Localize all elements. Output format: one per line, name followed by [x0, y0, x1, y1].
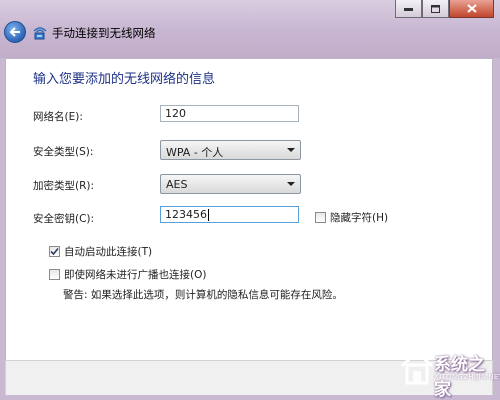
window-controls [395, 0, 494, 18]
connect-hidden-option[interactable]: 即使网络未进行广播也连接(O) [49, 267, 206, 282]
title-bar: 手动连接到无线网络 [0, 0, 500, 58]
hide-characters-label: 隐藏字符(H) [330, 212, 389, 224]
minimize-button[interactable] [395, 0, 422, 18]
wireless-network-icon [33, 27, 47, 40]
close-button[interactable] [449, 0, 494, 18]
page-title: 输入您要添加的无线网络的信息 [33, 72, 216, 87]
window-title: 手动连接到无线网络 [52, 26, 156, 40]
encryption-type-label: 加密类型(R): [33, 180, 95, 192]
security-key-value: 123456 [165, 208, 207, 221]
auto-connect-option[interactable]: 自动启动此连接(T) [49, 244, 152, 259]
hide-characters-checkbox[interactable] [315, 212, 326, 223]
network-name-label: 网络名(E): [33, 111, 83, 123]
security-key-label: 安全密钥(C): [33, 213, 95, 225]
encryption-type-select[interactable]: AES [160, 174, 301, 194]
watermark-logo: 系统之家 XITONGZHIJIA.NET [400, 346, 500, 400]
maximize-button[interactable] [422, 0, 449, 18]
privacy-warning: 警告: 如果选择此选项，则计算机的隐私信息可能存在风险。 [63, 289, 343, 301]
house-logo-icon [400, 349, 434, 385]
chevron-down-icon [287, 148, 295, 152]
maximize-icon [431, 4, 440, 13]
minimize-icon [404, 7, 413, 11]
auto-connect-checkbox[interactable] [49, 246, 60, 257]
close-icon [466, 4, 477, 13]
back-button[interactable] [4, 21, 26, 43]
security-type-select[interactable]: WPA - 个人 [160, 140, 301, 160]
hide-characters-option[interactable]: 隐藏字符(H) [315, 210, 388, 225]
auto-connect-label: 自动启动此连接(T) [64, 246, 153, 258]
network-name-input[interactable]: 120 [160, 105, 299, 122]
security-key-input[interactable]: 123456 [160, 206, 299, 223]
encryption-type-value: AES [166, 178, 188, 191]
security-type-label: 安全类型(S): [33, 146, 94, 158]
back-arrow-icon [9, 27, 20, 37]
connect-hidden-checkbox[interactable] [49, 269, 60, 280]
watermark-url: XITONGZHIJIA.NET [434, 373, 500, 381]
chevron-down-icon [287, 182, 295, 186]
text-caret [208, 209, 209, 221]
checkmark-icon [50, 247, 59, 256]
security-type-value: WPA - 个人 [166, 146, 224, 159]
connect-hidden-label: 即使网络未进行广播也连接(O) [64, 269, 207, 281]
